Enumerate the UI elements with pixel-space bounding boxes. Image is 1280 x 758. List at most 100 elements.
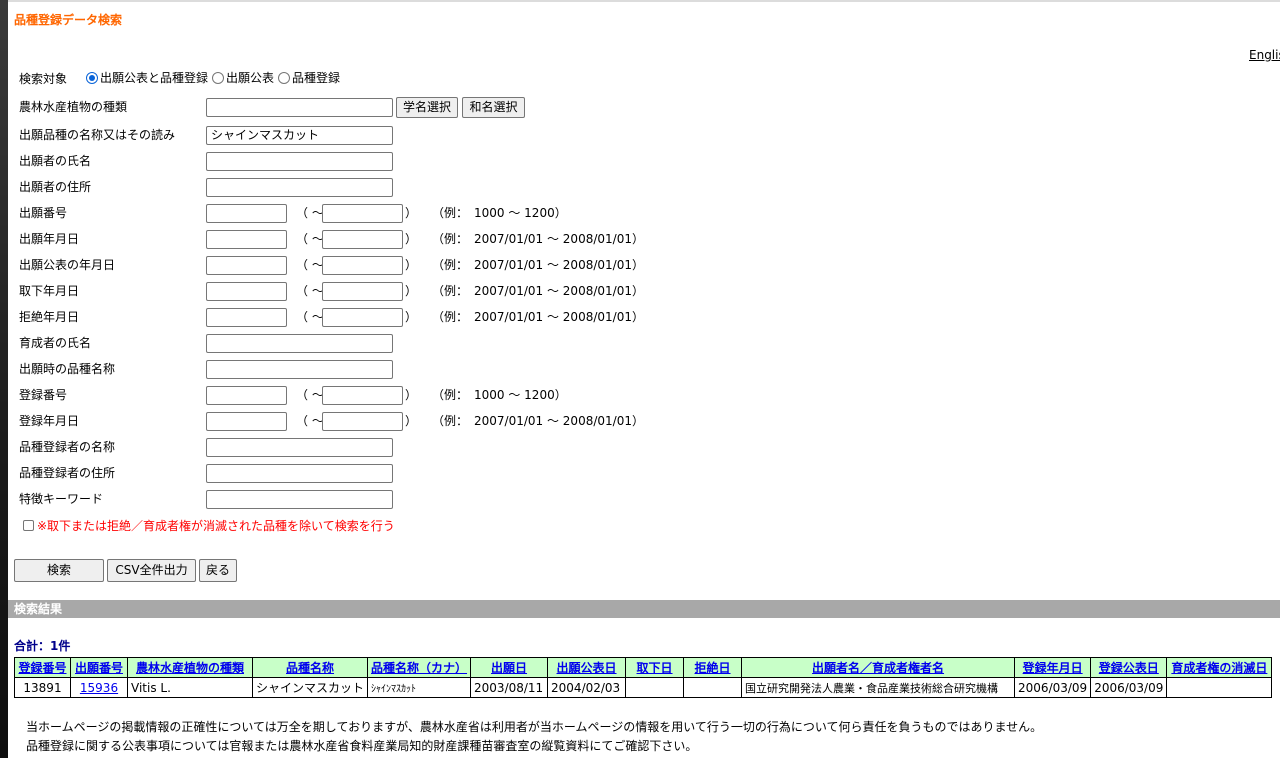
japanese-name-button[interactable]: 和名選択 xyxy=(462,97,525,118)
range-close: ） xyxy=(405,206,418,220)
range-close: ） xyxy=(405,388,418,402)
application-number-from[interactable] xyxy=(206,204,287,223)
radio-option-registration[interactable]: 品種登録 xyxy=(278,69,340,86)
name-at-application-label: 出願時の品種名称 xyxy=(19,362,116,376)
rejection-date-to[interactable] xyxy=(322,308,403,327)
application-date-from[interactable] xyxy=(206,230,287,249)
col-application-date[interactable]: 出願日 xyxy=(470,657,549,678)
english-link[interactable]: English xyxy=(1249,48,1280,62)
search-button[interactable]: 検索 xyxy=(14,559,104,582)
radio-option-publication[interactable]: 出願公表 xyxy=(212,69,274,86)
col-registration-number[interactable]: 登録番号 xyxy=(14,657,71,678)
col-rejection-date[interactable]: 拒絶日 xyxy=(683,657,743,678)
range-close: ） xyxy=(405,284,418,298)
keyword-label: 特徴キーワード xyxy=(19,492,104,506)
range-tilde: （ 〜 xyxy=(296,284,324,298)
col-variety-name[interactable]: 品種名称 xyxy=(251,657,369,678)
crop-type-input[interactable] xyxy=(206,98,393,117)
cell-applicant-holder: 国立研究開発法人農業・食品産業技術総合研究機構 xyxy=(741,677,1016,698)
col-registration-publication-date[interactable]: 登録公表日 xyxy=(1090,657,1168,678)
cell-registration-publication-date: 2006/03/09 xyxy=(1090,677,1168,698)
results-table: 登録番号 出願番号 農林水産植物の種類 品種名称 品種名称（カナ） 出願日 出願… xyxy=(14,657,1273,698)
registration-date-label: 登録年月日 xyxy=(19,414,80,428)
cell-registration-number: 13891 xyxy=(14,677,71,698)
col-applicant-holder[interactable]: 出願者名／育成者権者名 xyxy=(741,657,1016,678)
registrant-name-input[interactable] xyxy=(206,438,393,457)
col-withdrawal-date[interactable]: 取下日 xyxy=(625,657,685,678)
range-close: ） xyxy=(405,232,418,246)
scientific-name-button[interactable]: 学名選択 xyxy=(396,97,458,118)
registrant-address-label: 品種登録者の住所 xyxy=(19,466,116,480)
application-date-to[interactable] xyxy=(322,230,403,249)
range-tilde: （ 〜 xyxy=(296,258,324,272)
range-close: ） xyxy=(405,310,418,324)
radio-icon[interactable] xyxy=(278,71,291,84)
registration-number-to[interactable] xyxy=(322,386,403,405)
col-application-number[interactable]: 出願番号 xyxy=(70,657,128,678)
cell-application-number[interactable]: 15936 xyxy=(70,677,128,698)
publication-date-to[interactable] xyxy=(322,256,403,275)
range-tilde: （ 〜 xyxy=(296,206,324,220)
results-header-bar: 検索結果 xyxy=(8,600,1280,618)
name-at-application-input[interactable] xyxy=(206,360,393,379)
range-tilde: （ 〜 xyxy=(296,310,324,324)
application-number-label: 出願番号 xyxy=(19,206,68,220)
radio-icon-selected[interactable] xyxy=(86,71,98,84)
radio-option-both[interactable]: 出願公表と品種登録 xyxy=(86,69,208,86)
range-tilde: （ 〜 xyxy=(296,414,324,428)
rejection-date-from[interactable] xyxy=(206,308,287,327)
col-registration-date[interactable]: 登録年月日 xyxy=(1014,657,1092,678)
exclude-checkbox[interactable] xyxy=(23,520,34,531)
cell-crop-type: Vitis L. xyxy=(127,677,253,698)
applicant-address-input[interactable] xyxy=(206,178,393,197)
application-number-link[interactable]: 15936 xyxy=(80,681,118,695)
window-edge xyxy=(0,0,8,758)
disclaimer-line-2: 品種登録に関する公表事項については官報または農林水産省食料産業局知的財産課種苗審… xyxy=(26,739,698,753)
breeder-name-input[interactable] xyxy=(206,334,393,353)
col-expiry-date[interactable]: 育成者権の消滅日 xyxy=(1166,657,1273,678)
col-variety-kana[interactable]: 品種名称（カナ） xyxy=(367,657,472,678)
variety-name-input[interactable]: シャインマスカット xyxy=(206,126,393,145)
applicant-name-label: 出願者の氏名 xyxy=(19,154,92,168)
col-crop-type[interactable]: 農林水産植物の種類 xyxy=(127,657,253,678)
range-close: ） xyxy=(405,414,418,428)
top-divider xyxy=(8,0,1280,2)
csv-export-button[interactable]: CSV全件出力 xyxy=(107,559,196,582)
applicant-address-label: 出願者の住所 xyxy=(19,180,92,194)
cell-withdrawal-date xyxy=(625,677,685,698)
radio-icon[interactable] xyxy=(212,71,225,84)
cell-rejection-date xyxy=(683,677,743,698)
cell-expiry-date xyxy=(1166,677,1273,698)
keyword-input[interactable] xyxy=(206,490,393,509)
table-row: 13891 15936 Vitis L. シャインマスカット ｼｬｲﾝﾏｽｶｯﾄ… xyxy=(14,677,1273,698)
search-target-radios: 出願公表と品種登録 出願公表 品種登録 xyxy=(86,69,342,86)
applicant-name-input[interactable] xyxy=(206,152,393,171)
registration-date-from[interactable] xyxy=(206,412,287,431)
application-number-to[interactable] xyxy=(322,204,403,223)
registrant-address-input[interactable] xyxy=(206,464,393,483)
registration-number-example: （例： 1000 〜 1200） xyxy=(432,388,567,402)
col-publication-date[interactable]: 出願公表日 xyxy=(547,657,627,678)
withdrawal-date-to[interactable] xyxy=(322,282,403,301)
disclaimer-line-1: 当ホームページの掲載情報の正確性については万全を期しておりますが、農林水産省は利… xyxy=(26,720,1043,734)
cell-variety-kana: ｼｬｲﾝﾏｽｶｯﾄ xyxy=(367,677,472,698)
cell-application-date: 2003/08/11 xyxy=(470,677,549,698)
application-number-example: （例： 1000 〜 1200） xyxy=(432,206,567,220)
page-title: 品種登録データ検索 xyxy=(14,13,123,27)
withdrawal-date-from[interactable] xyxy=(206,282,287,301)
application-date-label: 出願年月日 xyxy=(19,232,80,246)
breeder-name-label: 育成者の氏名 xyxy=(19,336,92,350)
range-tilde: （ 〜 xyxy=(296,232,324,246)
withdrawal-date-example: （例： 2007/01/01 〜 2008/01/01） xyxy=(432,284,644,298)
registrant-name-label: 品種登録者の名称 xyxy=(19,440,116,454)
results-header-row: 登録番号 出願番号 農林水産植物の種類 品種名称 品種名称（カナ） 出願日 出願… xyxy=(14,657,1273,678)
cell-registration-date: 2006/03/09 xyxy=(1014,677,1092,698)
rejection-date-example: （例： 2007/01/01 〜 2008/01/01） xyxy=(432,310,644,324)
range-tilde: （ 〜 xyxy=(296,388,324,402)
registration-number-from[interactable] xyxy=(206,386,287,405)
back-button[interactable]: 戻る xyxy=(199,559,237,582)
registration-date-to[interactable] xyxy=(322,412,403,431)
results-header-label: 検索結果 xyxy=(14,602,63,616)
withdrawal-date-label: 取下年月日 xyxy=(19,284,80,298)
publication-date-from[interactable] xyxy=(206,256,287,275)
